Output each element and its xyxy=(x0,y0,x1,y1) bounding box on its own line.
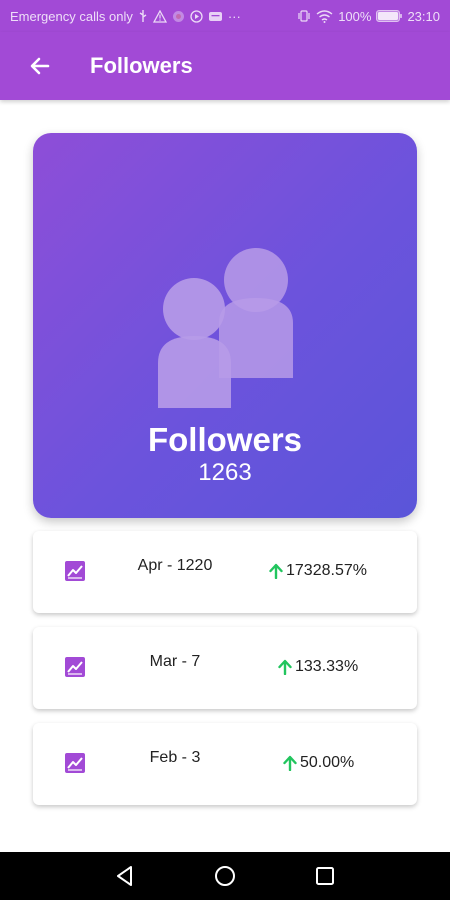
trending-chart-icon xyxy=(65,561,85,581)
nav-back-button[interactable] xyxy=(113,864,137,888)
arrow-left-icon xyxy=(30,57,50,75)
trending-chart-icon xyxy=(65,657,85,677)
app-bar: Followers xyxy=(0,32,450,100)
summary-title: Followers xyxy=(147,421,303,458)
nav-home-button[interactable] xyxy=(213,864,237,888)
history-row-percent: 50.00% xyxy=(300,754,355,771)
wifi-icon xyxy=(316,9,333,23)
history-row[interactable]: Apr - 1220 17328.57% xyxy=(33,531,417,613)
carrier-text: Emergency calls only xyxy=(10,8,133,24)
vibrate-icon xyxy=(297,9,311,23)
history-row-change: 17328.57% xyxy=(269,562,367,580)
clock: 23:10 xyxy=(407,8,440,24)
follower-count: 1263 xyxy=(198,459,252,486)
square-recents-icon xyxy=(316,867,334,885)
history-row-percent: 133.33% xyxy=(295,658,359,675)
history-row-label: Apr - 1220 xyxy=(137,557,213,574)
more-notifications-icon: ··· xyxy=(227,8,241,24)
app-notification-icon xyxy=(172,10,185,23)
people-icon xyxy=(158,248,293,408)
triangle-back-icon xyxy=(117,866,132,886)
arrow-up-icon xyxy=(269,563,283,579)
trending-chart-icon xyxy=(65,753,85,773)
battery-percent: 100% xyxy=(338,8,372,24)
system-nav-bar xyxy=(0,852,450,900)
history-row[interactable]: Mar - 7 133.33% xyxy=(33,627,417,709)
circle-home-icon xyxy=(215,866,235,886)
followers-summary-card: Followers 1263 xyxy=(33,133,417,518)
history-row-label: Feb - 3 xyxy=(149,749,201,766)
media-notification-icon xyxy=(190,9,203,23)
nav-recents-button[interactable] xyxy=(313,864,337,888)
status-bar: Emergency calls only ··· 100% 23:10 xyxy=(0,0,450,32)
warning-icon xyxy=(152,9,167,23)
message-notification-icon xyxy=(208,10,223,23)
history-row-percent: 17328.57% xyxy=(286,562,367,579)
arrow-up-icon xyxy=(278,659,292,675)
page-title: Followers xyxy=(90,53,193,78)
status-right: 100% 23:10 xyxy=(297,9,440,24)
arrow-up-icon xyxy=(283,755,297,771)
history-row-label: Mar - 7 xyxy=(149,653,201,670)
battery-icon xyxy=(376,10,403,22)
status-left: Emergency calls only ··· xyxy=(10,9,297,24)
history-row-change: 133.33% xyxy=(278,658,358,676)
back-button[interactable] xyxy=(20,46,60,86)
history-row-change: 50.00% xyxy=(283,754,354,772)
history-row[interactable]: Feb - 3 50.00% xyxy=(33,723,417,805)
usb-icon xyxy=(138,9,148,23)
